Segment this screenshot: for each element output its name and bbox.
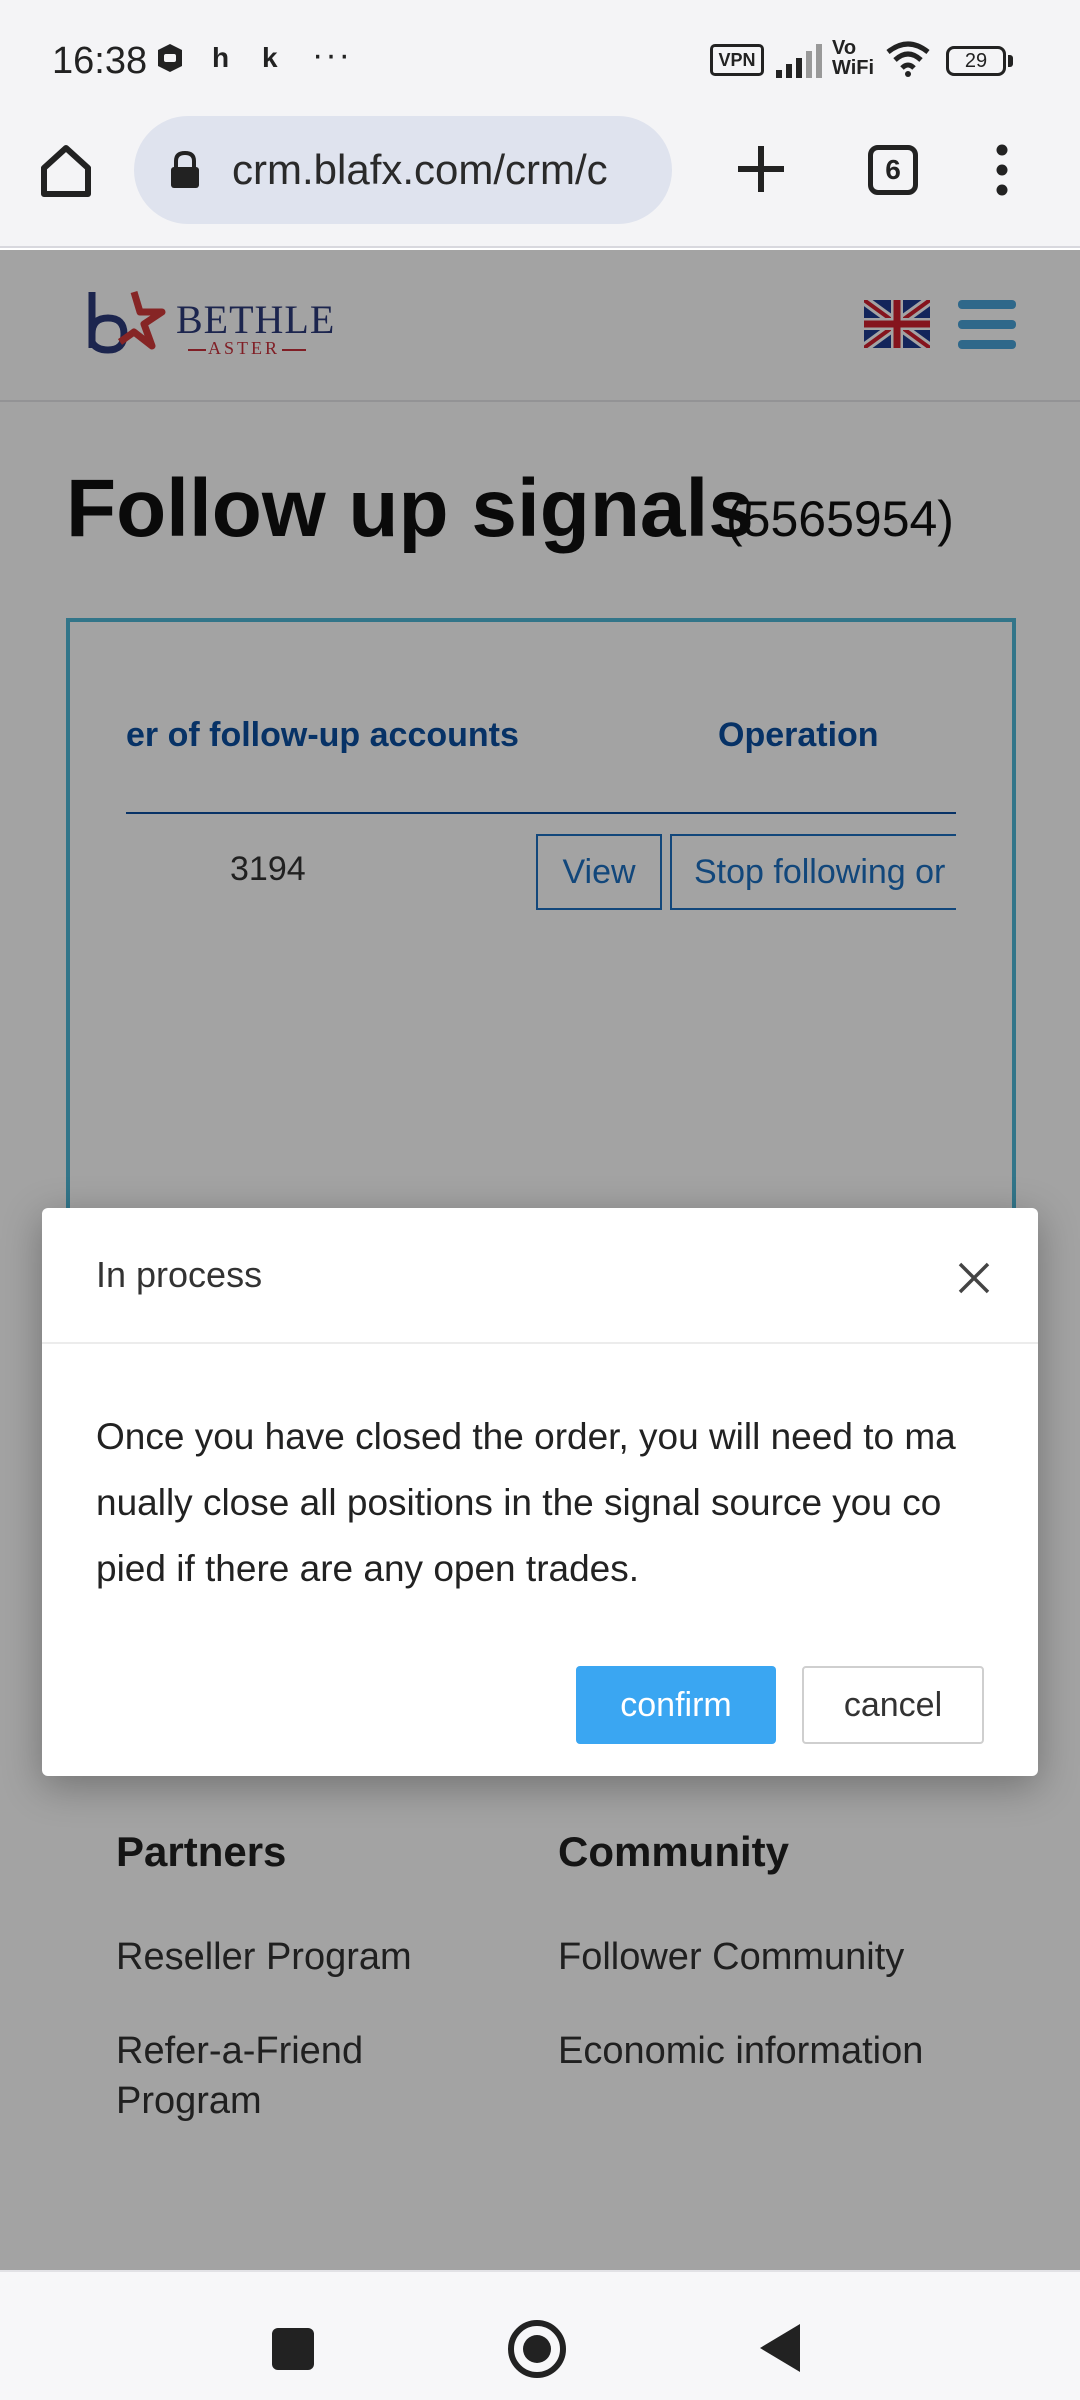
dialog-message-line: pied if there are any open trades. [96, 1548, 640, 1589]
signal-icon [776, 44, 822, 78]
battery-level: 29 [964, 50, 988, 72]
vpn-badge: VPN [710, 44, 764, 76]
in-process-dialog: In process Once you have closed the orde… [42, 1208, 1038, 1776]
back-icon[interactable] [760, 2324, 800, 2372]
vowifi-indicator: Vo WiFi [832, 38, 874, 78]
vo-label: Vo [832, 37, 857, 59]
dialog-message-line: nually close all positions in the signal… [96, 1482, 942, 1523]
system-nav-bar [0, 2270, 1080, 2400]
notification-app-icon [158, 44, 182, 72]
battery-icon: 29 [946, 46, 1006, 76]
home-icon[interactable] [36, 140, 96, 200]
lock-icon[interactable] [168, 150, 202, 190]
status-time: 16:38 [52, 40, 148, 82]
dialog-message: Once you have closed the order, you will… [96, 1404, 996, 1602]
wifi-label: WiFi [832, 57, 875, 79]
new-tab-icon[interactable] [734, 142, 788, 196]
browser-menu-icon[interactable] [990, 144, 1014, 196]
battery-tip [1008, 55, 1013, 67]
recent-apps-icon[interactable] [272, 2328, 314, 2370]
notification-k: k [262, 42, 278, 73]
dialog-message-line: Once you have closed the order, you will… [96, 1416, 956, 1457]
status-bar: 16:38 h k ··· VPN Vo WiFi 29 [0, 0, 1080, 120]
more-notifications-icon: ··· [312, 36, 352, 74]
tab-count: 6 [885, 154, 901, 185]
tab-switcher-button[interactable]: 6 [868, 145, 918, 195]
notification-h: h [212, 42, 230, 73]
dialog-header: In process [42, 1208, 1038, 1344]
dialog-title: In process [96, 1254, 263, 1295]
cancel-button[interactable]: cancel [802, 1666, 984, 1744]
close-icon[interactable] [954, 1258, 994, 1298]
home-button-icon[interactable] [508, 2320, 566, 2378]
vpn-label: VPN [718, 50, 756, 70]
url-text[interactable]: crm.blafx.com/crm/c [232, 146, 662, 194]
confirm-button[interactable]: confirm [576, 1666, 776, 1744]
wifi-icon [886, 41, 930, 77]
